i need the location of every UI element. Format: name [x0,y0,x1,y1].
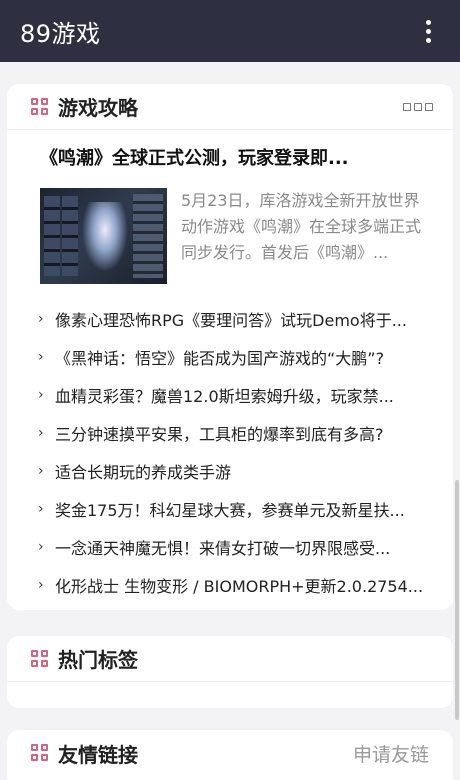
list-item[interactable]: › 三分钟速摸平安果，工具柜的爆率到底有多高? [38,414,435,452]
list-item[interactable]: › 奖金175万！科幻星球大赛，参赛单元及新星扶... [38,490,435,528]
links-card-title: 友情链接 [58,742,138,767]
list-item[interactable]: › 像素心理恐怖RPG《要理问答》试玩Demo将于... [38,300,435,338]
top-bar: 89游戏 [0,0,460,62]
grid-icon [31,97,49,116]
chevron-right-icon: › [38,349,44,365]
featured-title[interactable]: 《鸣潮》全球正式公测，玩家登录即... [40,144,385,170]
list-item[interactable]: › 《黑神话：悟空》能否成为国产游戏的“大鹏”? [38,338,435,376]
scrollbar[interactable] [455,480,459,720]
list-item[interactable]: › 适合长期玩的养成类手游 [38,452,435,490]
apply-link-button[interactable]: 申请友链 [353,740,429,767]
featured-summary: 5月23日，库洛游戏全新开放世界动作游戏《鸣潮》在全球多端正式同步发行。首发后《… [181,191,422,262]
chevron-right-icon: › [38,387,44,403]
featured-thumbnail[interactable] [40,188,167,284]
guide-card-header: 游戏攻略 [7,84,453,130]
list-item[interactable]: › 血精灵彩蛋？魔兽12.0斯坦索姆升级，玩家禁... [38,376,435,414]
chevron-right-icon: › [38,311,44,327]
grid-icon [31,649,49,668]
more-icon[interactable] [403,102,433,111]
chevron-right-icon: › [38,463,44,479]
links-card-header: 友情链接 申请友链 [7,730,453,776]
more-menu-icon[interactable] [416,16,440,46]
guide-card-title: 游戏攻略 [58,96,138,120]
list-item[interactable]: › 一念通天神魔无惧！来倩女打破一切界限感受... [38,528,435,566]
tags-card-title: 热门标签 [58,648,138,672]
app-title[interactable]: 89游戏 [20,14,101,49]
list-item[interactable]: › 化形战士 生物变形 / BIOMORPH+更新2.0.2754... [38,566,435,604]
tags-card: 热门标签 [7,636,453,708]
chevron-right-icon: › [38,539,44,555]
chevron-right-icon: › [38,501,44,517]
tags-card-header: 热门标签 [7,636,453,682]
chevron-right-icon: › [38,577,44,593]
links-card: 友情链接 申请友链 [7,730,453,780]
featured-article[interactable]: 《鸣潮》全球正式公测，玩家登录即... 5月23日，库洛游戏全新开放世界动作游戏… [7,130,453,284]
guide-card: 游戏攻略 《鸣潮》全球正式公测，玩家登录即... 5月23日，库洛游戏全新开放世… [7,84,453,610]
chevron-right-icon: › [38,425,44,441]
grid-icon [31,744,49,762]
news-list: › 像素心理恐怖RPG《要理问答》试玩Demo将于... › 《黑神话：悟空》能否成… [7,284,453,604]
